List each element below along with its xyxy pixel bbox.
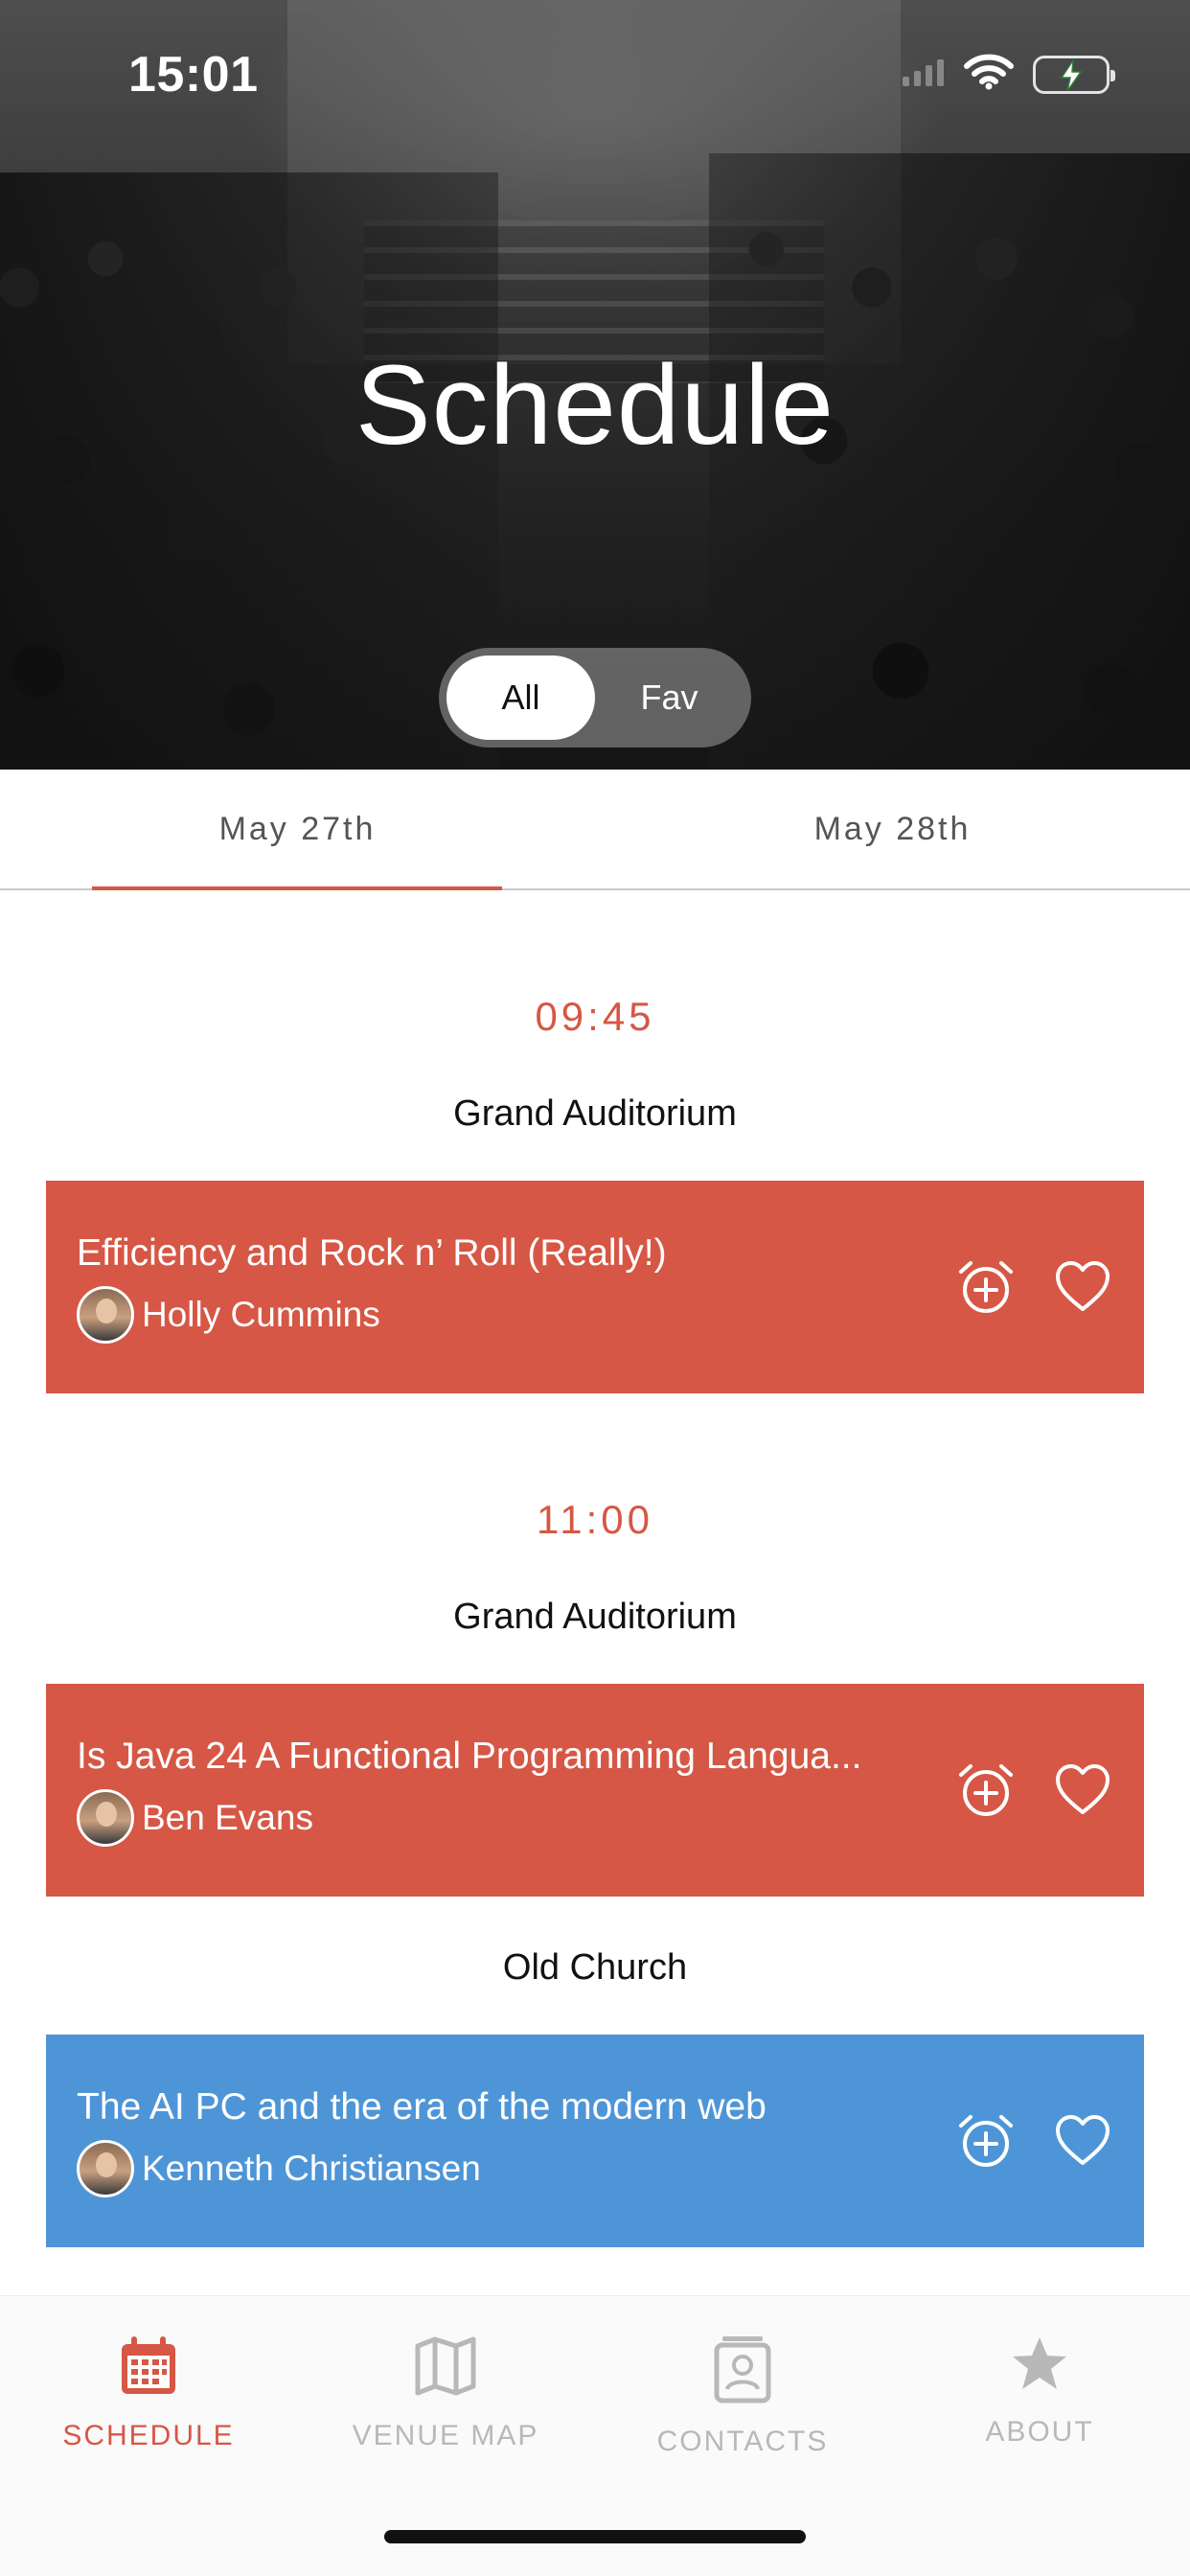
add-alarm-icon[interactable] [956, 2111, 1016, 2171]
filter-segmented-control[interactable]: All Fav [439, 648, 751, 748]
venue-label: Grand Auditorium [453, 1597, 737, 1637]
signal-icon [903, 58, 945, 91]
tab-schedule[interactable]: SCHEDULE [0, 2334, 297, 2452]
session-title: The AI PC and the era of the modern web [77, 2086, 767, 2128]
calendar-icon [118, 2334, 179, 2403]
selected-tab-indicator [92, 886, 502, 890]
session-title: Is Java 24 A Functional Programming Lang… [77, 1736, 862, 1777]
tab-may-27[interactable]: May 27th [0, 770, 595, 888]
speaker-name: Ben Evans [142, 1798, 313, 1837]
battery-icon [1033, 55, 1115, 94]
add-alarm-icon[interactable] [956, 1760, 1016, 1820]
speaker-avatar [77, 1789, 134, 1847]
tab-label: VENUE MAP [352, 2420, 539, 2451]
session-speaker: Holly Cummins [77, 1286, 380, 1344]
favorite-heart-icon[interactable] [1054, 2113, 1111, 2167]
session-speaker: Kenneth Christiansen [77, 2140, 481, 2197]
session-speaker: Ben Evans [77, 1789, 313, 1847]
venue-label: Old Church [502, 1947, 688, 1988]
session-card[interactable]: Is Java 24 A Functional Programming Lang… [46, 1684, 1144, 1897]
favorite-heart-icon[interactable] [1054, 1762, 1111, 1816]
schedule-list[interactable]: 09:45 Grand Auditorium Efficiency and Ro… [0, 892, 1190, 2295]
filter-fav-button[interactable]: Fav [595, 656, 744, 740]
add-alarm-icon[interactable] [956, 1257, 1016, 1317]
speaker-avatar [77, 1286, 134, 1344]
status-time: 15:01 [128, 47, 259, 103]
status-icons [903, 54, 1115, 95]
tab-label: SCHEDULE [62, 2420, 235, 2451]
star-icon [1010, 2334, 1069, 2399]
session-card[interactable]: Efficiency and Rock n’ Roll (Really!) Ho… [46, 1181, 1144, 1393]
tab-contacts[interactable]: CONTACTS [594, 2334, 891, 2458]
venue-label: Grand Auditorium [453, 1093, 737, 1134]
wifi-icon [964, 54, 1014, 95]
session-title: Efficiency and Rock n’ Roll (Really!) [77, 1232, 667, 1274]
hero-banner: 15:01 Schedule All Fav [0, 0, 1190, 770]
speaker-avatar [77, 2140, 134, 2197]
tab-venue-map[interactable]: VENUE MAP [297, 2334, 594, 2452]
speaker-name: Holly Cummins [142, 1295, 380, 1334]
contacts-icon [711, 2334, 774, 2408]
favorite-heart-icon[interactable] [1054, 1259, 1111, 1313]
time-slot-label: 09:45 [535, 994, 655, 1039]
time-slot-label: 11:00 [537, 1497, 653, 1542]
date-tabs: May 27th May 28th [0, 770, 1190, 890]
tab-label: CONTACTS [656, 2426, 829, 2457]
tab-about[interactable]: ABOUT [891, 2334, 1188, 2449]
speaker-name: Kenneth Christiansen [142, 2149, 481, 2188]
session-card[interactable]: The AI PC and the era of the modern web … [46, 2035, 1144, 2247]
tab-may-28[interactable]: May 28th [595, 770, 1190, 888]
map-icon [414, 2334, 477, 2403]
page-title: Schedule [355, 342, 835, 469]
tab-label: ABOUT [985, 2416, 1094, 2448]
home-indicator[interactable] [384, 2530, 806, 2543]
filter-all-button[interactable]: All [446, 656, 595, 740]
